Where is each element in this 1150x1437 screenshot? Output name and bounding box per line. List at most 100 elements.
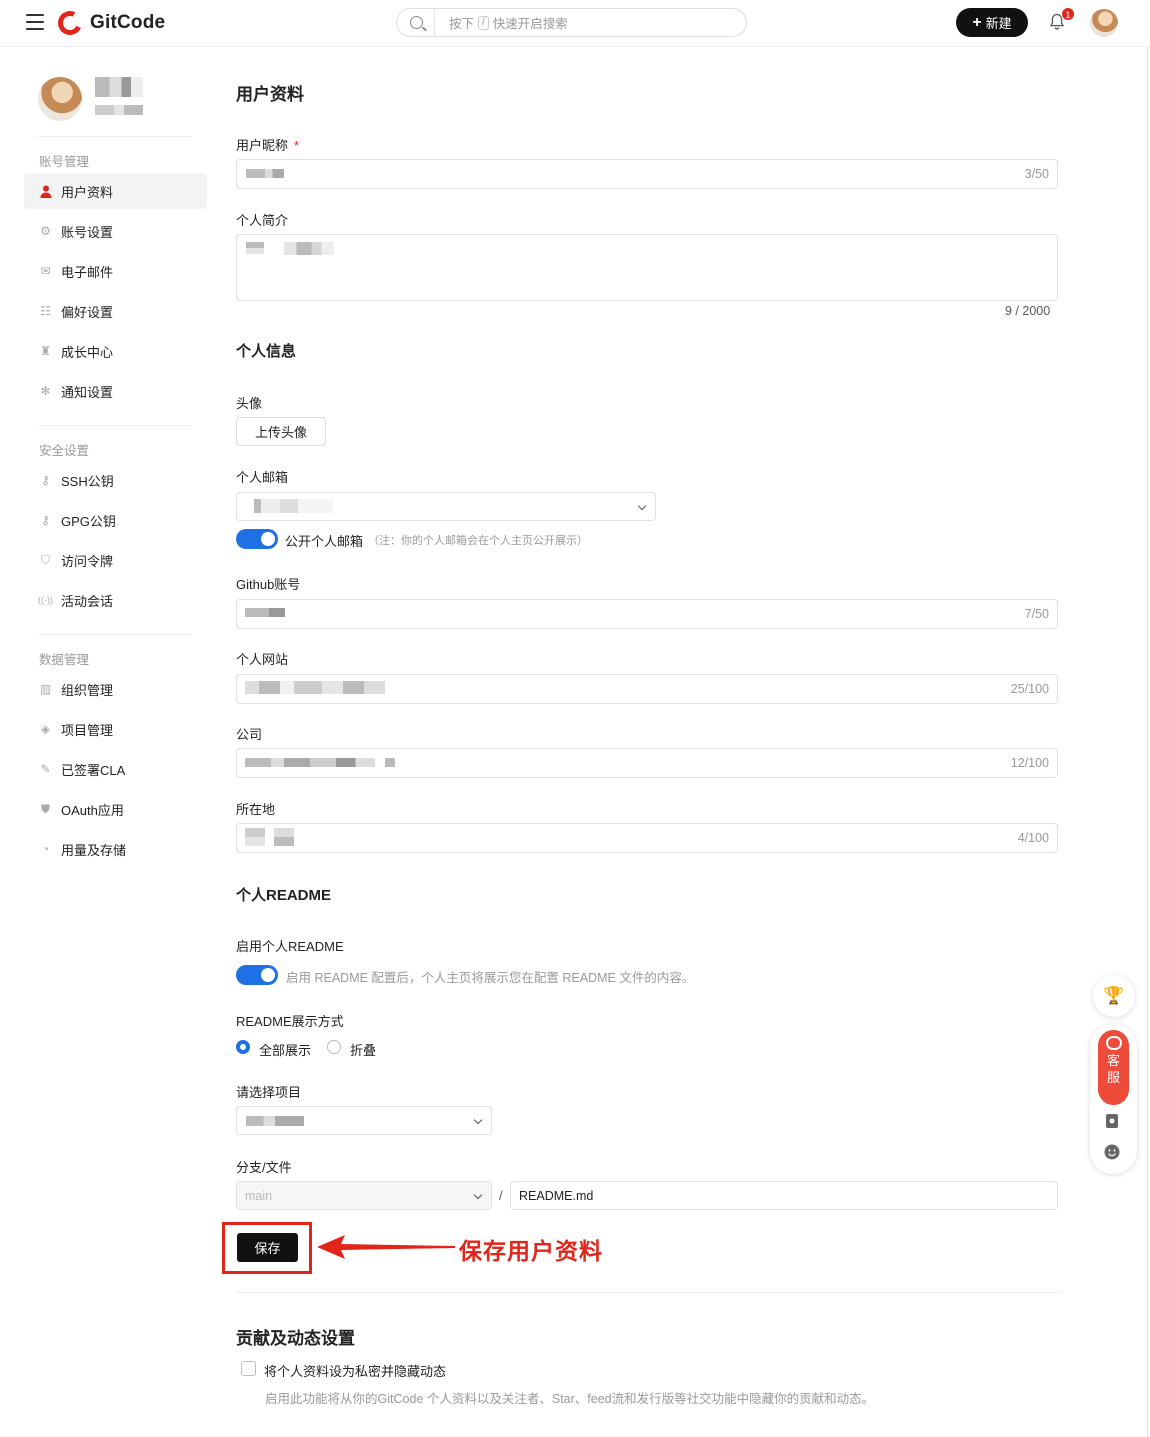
sidebar-item-tokens[interactable]: ⛉ 访问令牌	[24, 542, 207, 578]
website-field[interactable]: 25/100	[236, 674, 1058, 704]
private-profile-checkbox[interactable]	[241, 1361, 256, 1376]
sidebar-item-orgs[interactable]: ▥ 组织管理	[24, 671, 207, 707]
sidebar-item-gpg[interactable]: ⚷ GPG公钥	[24, 502, 207, 538]
project-label: 请选择项目	[236, 1085, 302, 1100]
feedback-smile-icon[interactable]	[1104, 1144, 1120, 1160]
private-profile-hint: 启用此功能将从你的GitCode 个人资料以及关注者、Star、feed流和发行…	[265, 1392, 875, 1406]
shortcut-key: /	[478, 15, 489, 30]
blurred-value	[284, 242, 334, 255]
gitcode-logo-icon	[54, 7, 86, 39]
side-group-data: 数据管理	[39, 653, 90, 667]
blurred-value	[245, 608, 285, 617]
sidebar-item-preferences[interactable]: ☷ 偏好设置	[24, 293, 207, 329]
username-blurred	[95, 77, 143, 97]
email-select[interactable]	[236, 492, 656, 521]
sidebar-item-sessions[interactable]: ((·)) 活动会话	[24, 582, 207, 618]
branch-file-label: 分支/文件	[236, 1160, 292, 1175]
mail-icon: ✉	[40, 264, 51, 278]
blurred-value	[245, 681, 385, 694]
gitcode-logo[interactable]: GitCode	[54, 7, 166, 39]
blurred-value	[245, 758, 375, 767]
signal-icon: ((·))	[38, 595, 53, 605]
blurred-value	[385, 758, 395, 767]
branch-select[interactable]: main	[236, 1181, 492, 1210]
new-button[interactable]: + 新建	[956, 8, 1028, 37]
chevron-down-icon	[473, 1115, 483, 1125]
side-group-account: 账号管理	[39, 155, 90, 169]
userid-blurred	[95, 105, 143, 115]
github-field[interactable]: 7/50	[236, 599, 1058, 629]
path-separator: /	[499, 1188, 503, 1203]
company-count: 12/100	[1010, 756, 1049, 770]
customer-service-button[interactable]: 客 服	[1098, 1030, 1129, 1105]
contrib-section-title: 贡献及动态设置	[236, 1329, 355, 1348]
sidebar-item-profile[interactable]: 用户资料	[24, 173, 207, 209]
key-icon: ⚷	[41, 473, 50, 487]
readme-file-value: README.md	[519, 1189, 594, 1203]
sidebar-item-email[interactable]: ✉ 电子邮件	[24, 253, 207, 289]
trophy-float-button[interactable]: 🏆	[1093, 975, 1135, 1017]
annotation-arrow-icon	[317, 1235, 455, 1259]
chevron-down-icon	[473, 1190, 483, 1200]
nickname-field[interactable]: 3/50	[236, 159, 1058, 189]
public-email-note: （注：你的个人邮箱会在个人主页公开展示）	[368, 535, 588, 547]
sidebar-item-projects[interactable]: ◈ 项目管理	[24, 711, 207, 747]
bookmark-icon[interactable]	[1104, 1113, 1120, 1129]
readme-file-field[interactable]: README.md	[510, 1181, 1058, 1210]
sidebar-item-account-settings[interactable]: ⚙ 账号设置	[24, 213, 207, 249]
chat-icon	[1105, 1036, 1122, 1050]
sidebar-item-oauth[interactable]: ⛊ OAuth应用	[24, 791, 207, 827]
public-email-toggle[interactable]	[236, 529, 278, 549]
sidebar-item-ssh[interactable]: ⚷ SSH公钥	[24, 462, 207, 498]
sign-icon: ✎	[40, 762, 51, 776]
blurred-value	[246, 1116, 304, 1126]
website-label: 个人网站	[236, 652, 289, 667]
bell-settings-icon: ✻	[40, 384, 51, 398]
bio-textarea[interactable]	[236, 234, 1058, 301]
annotation-text: 保存用户资料	[459, 1238, 603, 1264]
sidebar-item-growth[interactable]: ♜ 成长中心	[24, 333, 207, 369]
blurred-value	[246, 169, 284, 178]
required-mark: *	[294, 138, 300, 153]
search-input[interactable]: 按下 / 快速开启搜索	[396, 8, 747, 37]
plus-icon: +	[972, 13, 982, 31]
location-count: 4/100	[1017, 831, 1049, 845]
radio-show-all-label: 全部展示	[259, 1043, 312, 1058]
bio-count: 9 / 2000	[1005, 304, 1051, 318]
page-title: 用户资料	[236, 85, 304, 104]
user-avatar[interactable]	[1090, 9, 1118, 37]
radio-show-all[interactable]	[236, 1040, 250, 1054]
profile-avatar	[38, 77, 82, 121]
blurred-value	[245, 828, 265, 846]
sidebar-item-usage[interactable]: ◔ 用量及存储	[24, 831, 207, 867]
email-label: 个人邮箱	[236, 470, 289, 485]
user-icon	[39, 185, 52, 198]
readme-enable-toggle[interactable]	[236, 965, 278, 985]
notification-badge: 1	[1061, 7, 1075, 21]
layers-icon: ◈	[40, 722, 51, 736]
save-button[interactable]: 保存	[237, 1233, 298, 1262]
chevron-down-icon	[637, 501, 647, 511]
github-count: 7/50	[1024, 607, 1049, 621]
trophy-icon: ♜	[40, 344, 51, 358]
radio-collapse[interactable]	[327, 1040, 341, 1054]
company-field[interactable]: 12/100	[236, 748, 1058, 778]
brand-name: GitCode	[90, 12, 166, 33]
blurred-value	[246, 242, 264, 254]
radio-collapse-label: 折叠	[350, 1043, 377, 1058]
gear-icon: ⚙	[40, 224, 51, 238]
location-field[interactable]: 4/100	[236, 823, 1058, 853]
trophy-icon: 🏆	[1103, 986, 1125, 1005]
project-select[interactable]	[236, 1106, 492, 1135]
readme-enable-hint: 启用 README 配置后，个人主页将展示您在配置 README 文件的内容。	[286, 971, 695, 985]
bio-label: 个人简介	[236, 213, 289, 228]
menu-icon[interactable]	[26, 14, 44, 30]
nickname-count: 3/50	[1024, 167, 1049, 181]
blurred-value	[245, 499, 333, 513]
upload-avatar-button[interactable]: 上传头像	[236, 417, 326, 446]
sidebar-item-cla[interactable]: ✎ 已签署CLA	[24, 751, 207, 787]
sidebar-item-notifications[interactable]: ✻ 通知设置	[24, 373, 207, 409]
shield-icon: ⛉	[40, 552, 50, 567]
github-label: Github账号	[236, 577, 301, 592]
building-icon: ▥	[39, 682, 52, 696]
